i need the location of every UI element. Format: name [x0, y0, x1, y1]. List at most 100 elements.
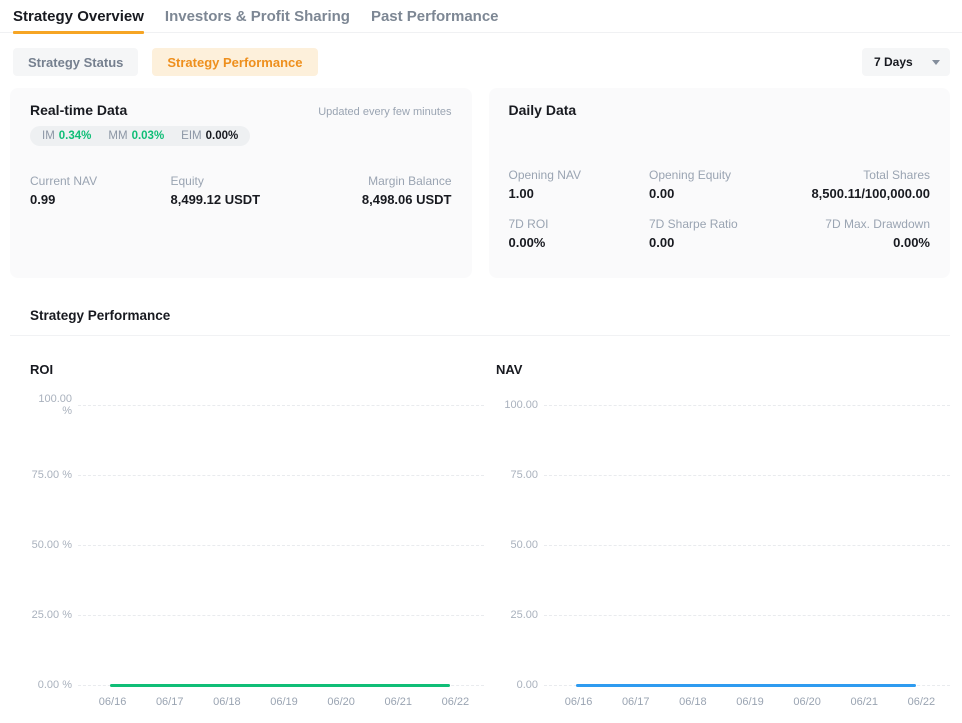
plot-area: 100.0075.0050.0025.000.00 — [496, 405, 950, 685]
gridline-dash — [544, 405, 950, 406]
metric-label: Margin Balance — [311, 174, 452, 188]
section-title: Strategy Performance — [10, 308, 950, 323]
y-gridline: 100.00 — [496, 399, 950, 411]
im-label: IM — [42, 130, 55, 142]
daily-data-card: Daily Data Opening NAV 1.00 Opening Equi… — [489, 88, 951, 278]
eim-label: EIM — [181, 130, 201, 142]
im-value: 0.34% — [59, 130, 92, 142]
metric-label: Opening Equity — [649, 168, 790, 182]
x-tick-label: 06/22 — [427, 696, 484, 708]
margin-ratios-pill: IM 0.34% MM 0.03% EIM 0.00% — [30, 126, 250, 146]
metric-value: 0.00 — [649, 235, 790, 250]
metric-value: 0.00% — [790, 235, 931, 250]
realtime-card-title: Real-time Data — [30, 102, 127, 118]
x-tick-label: 06/20 — [313, 696, 370, 708]
y-tick-label: 100.00 % — [30, 393, 78, 417]
x-tick-label: 06/19 — [721, 696, 778, 708]
y-gridline: 50.00 — [496, 539, 950, 551]
gridline-dash — [78, 405, 484, 406]
chip-strategy-performance[interactable]: Strategy Performance — [152, 48, 317, 76]
period-select[interactable]: 7 Days — [862, 48, 950, 76]
x-tick-label: 06/19 — [255, 696, 312, 708]
controls-row: Strategy Status Strategy Performance 7 D… — [13, 48, 950, 76]
chip-strategy-status[interactable]: Strategy Status — [13, 48, 138, 76]
y-gridline: 25.00 % — [30, 609, 484, 621]
metric-value: 0.00% — [509, 235, 650, 250]
x-tick-label: 06/20 — [779, 696, 836, 708]
y-gridline: 75.00 % — [30, 469, 484, 481]
gridline-dash — [544, 615, 950, 616]
gridline-dash — [544, 545, 950, 546]
data-cards-row: Real-time Data Updated every few minutes… — [10, 88, 950, 278]
metric-equity: Equity 8,499.12 USDT — [171, 174, 312, 207]
daily-card-title: Daily Data — [509, 102, 577, 118]
updated-note: Updated every few minutes — [318, 106, 451, 118]
charts-row: ROI 100.00 %75.00 %50.00 %25.00 %0.00 % … — [10, 362, 950, 708]
metric-value: 8,500.11/100,000.00 — [790, 186, 931, 201]
x-tick-label: 06/22 — [893, 696, 950, 708]
x-tick-label: 06/18 — [664, 696, 721, 708]
eim-value: 0.00% — [206, 130, 239, 142]
mm-ratio: MM 0.03% — [108, 130, 164, 142]
nav-chart-title: NAV — [496, 362, 950, 377]
metric-value: 0.00 — [649, 186, 790, 201]
top-tabbar: Strategy Overview Investors & Profit Sha… — [0, 0, 962, 33]
plot-area: 100.00 %75.00 %50.00 %25.00 %0.00 % — [30, 405, 484, 685]
metric-label: Total Shares — [790, 168, 931, 182]
mm-value: 0.03% — [132, 130, 165, 142]
x-axis-labels: 06/1606/1706/1806/1906/2006/2106/22 — [550, 696, 950, 708]
x-tick-label: 06/17 — [141, 696, 198, 708]
x-tick-label: 06/17 — [607, 696, 664, 708]
y-tick-label: 100.00 — [496, 399, 544, 411]
tab-investors-profit-sharing[interactable]: Investors & Profit Sharing — [165, 0, 350, 33]
chevron-down-icon — [932, 60, 940, 65]
metric-total-shares: Total Shares 8,500.11/100,000.00 — [790, 168, 931, 201]
y-gridline: 25.00 — [496, 609, 950, 621]
y-tick-label: 0.00 % — [30, 679, 78, 691]
x-tick-label: 06/16 — [550, 696, 607, 708]
metric-opening-equity: Opening Equity 0.00 — [649, 168, 790, 201]
metric-label: Opening NAV — [509, 168, 650, 182]
metric-value: 8,498.06 USDT — [311, 192, 452, 207]
y-tick-label: 75.00 — [496, 469, 544, 481]
metric-margin-balance: Margin Balance 8,498.06 USDT — [311, 174, 452, 207]
gridline-dash — [544, 475, 950, 476]
metric-7d-max-drawdown: 7D Max. Drawdown 0.00% — [790, 217, 931, 250]
y-tick-label: 50.00 — [496, 539, 544, 551]
nav-series-line — [576, 684, 916, 687]
metric-label: 7D Max. Drawdown — [790, 217, 931, 231]
daily-metrics-row-1: Opening NAV 1.00 Opening Equity 0.00 Tot… — [509, 168, 931, 201]
metric-current-nav: Current NAV 0.99 — [30, 174, 171, 207]
metric-label: Current NAV — [30, 174, 171, 188]
realtime-data-card: Real-time Data Updated every few minutes… — [10, 88, 472, 278]
section-divider — [10, 335, 950, 336]
period-select-value: 7 Days — [874, 55, 913, 69]
tab-past-performance[interactable]: Past Performance — [371, 0, 499, 33]
x-tick-label: 06/18 — [198, 696, 255, 708]
im-ratio: IM 0.34% — [42, 130, 91, 142]
metric-value: 0.99 — [30, 192, 171, 207]
metric-label: Equity — [171, 174, 312, 188]
y-tick-label: 50.00 % — [30, 539, 78, 551]
metric-value: 1.00 — [509, 186, 650, 201]
metric-7d-roi: 7D ROI 0.00% — [509, 217, 650, 250]
roi-series-line — [110, 684, 450, 687]
daily-metrics-row-2: 7D ROI 0.00% 7D Sharpe Ratio 0.00 7D Max… — [509, 217, 931, 250]
y-tick-label: 0.00 — [496, 679, 544, 691]
metric-label: 7D Sharpe Ratio — [649, 217, 790, 231]
gridline-dash — [78, 545, 484, 546]
metric-7d-sharpe-ratio: 7D Sharpe Ratio 0.00 — [649, 217, 790, 250]
y-gridline: 100.00 % — [30, 393, 484, 417]
metric-opening-nav: Opening NAV 1.00 — [509, 168, 650, 201]
x-tick-label: 06/21 — [370, 696, 427, 708]
mm-label: MM — [108, 130, 127, 142]
roi-chart: ROI 100.00 %75.00 %50.00 %25.00 %0.00 % … — [30, 362, 484, 708]
gridline-dash — [78, 475, 484, 476]
y-tick-label: 25.00 % — [30, 609, 78, 621]
x-tick-label: 06/16 — [84, 696, 141, 708]
gridline-dash — [78, 615, 484, 616]
metric-label: 7D ROI — [509, 217, 650, 231]
nav-chart: NAV 100.00 75.00 50.00 25.00 0.00 06/1606/17… — [496, 362, 950, 708]
tab-strategy-overview[interactable]: Strategy Overview — [13, 0, 144, 33]
y-tick-label: 25.00 — [496, 609, 544, 621]
